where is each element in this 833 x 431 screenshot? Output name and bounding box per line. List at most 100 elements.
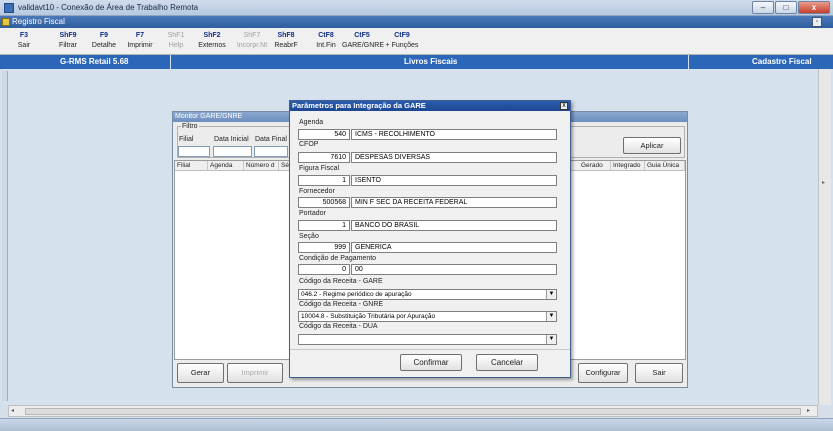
toolbar-label: Sair bbox=[17, 42, 31, 49]
toolbar-label: ReabrF bbox=[274, 42, 298, 49]
data-final-label: Data Final bbox=[255, 136, 287, 143]
sair-button[interactable]: Sair bbox=[635, 363, 683, 383]
column-header[interactable]: Número d bbox=[244, 161, 279, 170]
toolbar-label: Filtrar bbox=[59, 42, 77, 49]
receita-dua-select[interactable]: ▼ bbox=[298, 334, 557, 345]
gerar-button[interactable]: Gerar bbox=[177, 363, 224, 383]
agenda-code-input[interactable]: 540 bbox=[298, 129, 350, 140]
column-header[interactable]: Gerado bbox=[579, 161, 611, 170]
window-title: validavt10 - Conexão de Área de Trabalho… bbox=[18, 3, 199, 12]
toolbar-button-shf2[interactable]: ShF2 Externos bbox=[192, 31, 232, 51]
scroll-right-icon[interactable]: ▸ bbox=[807, 407, 810, 414]
toolbar-button-ctf9[interactable]: CtF9 + Funções bbox=[382, 31, 422, 51]
column-header[interactable]: Filial bbox=[175, 161, 208, 170]
toolbar-key: ShF8 bbox=[277, 32, 295, 39]
toolbar-label: Imprimir bbox=[127, 42, 153, 49]
toolbar-label: GARE/GNRE bbox=[342, 42, 385, 49]
toolbar-button-f9[interactable]: F9 Detalhe bbox=[84, 31, 124, 51]
toolbar-button-f3[interactable]: F3 Sair bbox=[4, 31, 44, 51]
receita-gnre-label: Código da Receita - GNRE bbox=[299, 301, 384, 308]
toolbar-button-ctf5[interactable]: CtF5 GARE/GNRE bbox=[342, 31, 385, 51]
secao-label: Seção bbox=[299, 233, 319, 240]
scroll-left-icon[interactable]: ◂ bbox=[11, 407, 14, 414]
receita-gnre-select[interactable]: 10004.8 - Substituição Tributária por Ap… bbox=[298, 311, 557, 322]
close-button[interactable]: x bbox=[798, 1, 830, 14]
toolbar-key: CtF8 bbox=[318, 32, 334, 39]
scroll-arrow-icon[interactable]: ▸ bbox=[822, 179, 825, 186]
header-divider bbox=[688, 55, 689, 69]
dropdown-arrow-icon[interactable]: ▼ bbox=[546, 335, 556, 344]
product-version: G-RMS Retail 5.68 bbox=[60, 57, 129, 66]
column-header[interactable]: Agenda bbox=[208, 161, 244, 170]
gare-parameters-dialog: Parâmetros para Integração da GARE x Age… bbox=[289, 100, 571, 378]
filial-label: Filial bbox=[179, 136, 194, 143]
toolbar-key: ShF9 bbox=[59, 32, 77, 39]
filial-input[interactable] bbox=[178, 146, 210, 157]
column-header[interactable]: Integrado bbox=[611, 161, 645, 170]
remote-desktop-titlebar: validavt10 - Conexão de Área de Trabalho… bbox=[0, 0, 833, 16]
app-icon bbox=[2, 18, 10, 26]
taskbar bbox=[0, 418, 833, 431]
receita-gare-select[interactable]: 046.2 - Regime periódico de apuração ▼ bbox=[298, 289, 557, 300]
receita-gare-label: Código da Receita - GARE bbox=[299, 278, 383, 285]
toolbar-key: CtF5 bbox=[354, 32, 370, 39]
toolbar-label: + Funções bbox=[385, 42, 419, 49]
cfop-code-input[interactable]: 7610 bbox=[298, 152, 350, 163]
toolbar-button-shf8[interactable]: ShF8 ReabrF bbox=[266, 31, 306, 51]
toolbar-key: F9 bbox=[99, 32, 109, 39]
toolbar-key: F7 bbox=[135, 32, 145, 39]
toolbar-button-shf9[interactable]: ShF9 Filtrar bbox=[48, 31, 88, 51]
dropdown-arrow-icon[interactable]: ▼ bbox=[546, 290, 556, 299]
secao-description: GENERICA bbox=[351, 242, 557, 253]
receita-dua-label: Código da Receita - DUA bbox=[299, 323, 378, 330]
fornecedor-code-input[interactable]: 500568 bbox=[298, 197, 350, 208]
dropdown-arrow-icon[interactable]: ▼ bbox=[546, 312, 556, 321]
toolbar-key: F3 bbox=[19, 32, 29, 39]
horizontal-scrollbar[interactable]: ◂ ▸ bbox=[8, 405, 818, 417]
dialog-close-icon[interactable]: x bbox=[560, 102, 568, 110]
toolbar-key: CtF9 bbox=[394, 32, 410, 39]
fornecedor-description: MIN F SEC DA RECEITA FEDERAL bbox=[351, 197, 557, 208]
toolbar-label: Externos bbox=[198, 42, 226, 49]
left-dock-strip bbox=[2, 71, 8, 401]
secao-code-input[interactable]: 999 bbox=[298, 242, 350, 253]
figura-fiscal-label: Figura Fiscal bbox=[299, 165, 340, 172]
screen-title: Cadastro Fiscal bbox=[752, 57, 812, 66]
configurar-button[interactable]: Configurar bbox=[578, 363, 628, 383]
function-key-toolbar: F3 Sair ShF9 Filtrar F9 Detalhe F7 Imprimir ShF1… bbox=[0, 28, 833, 55]
data-inicial-input[interactable] bbox=[213, 146, 252, 157]
vertical-scrollbar[interactable]: ▸ bbox=[818, 69, 831, 405]
fornecedor-label: Fornecedor bbox=[299, 188, 335, 195]
app-titlebar: Registro Fiscal ▫ bbox=[0, 16, 833, 28]
receita-gare-value: 046.2 - Regime periódico de apuração bbox=[301, 291, 412, 298]
toolbar-key: ShF2 bbox=[203, 32, 221, 39]
maximize-button[interactable]: □ bbox=[775, 1, 797, 14]
filter-group-label: Filtro bbox=[181, 123, 199, 130]
portador-code-input[interactable]: 1 bbox=[298, 220, 350, 231]
module-title: Livros Fiscais bbox=[404, 57, 458, 66]
minimize-button[interactable]: – bbox=[752, 1, 774, 14]
scroll-thumb[interactable] bbox=[25, 408, 801, 415]
remote-desktop-icon bbox=[4, 3, 14, 13]
confirm-button[interactable]: Confirmar bbox=[400, 354, 462, 371]
data-final-input[interactable] bbox=[254, 146, 288, 157]
module-header-bar: G-RMS Retail 5.68 Livros Fiscais Cadastr… bbox=[0, 55, 833, 69]
column-header[interactable]: Guia Única bbox=[645, 161, 685, 170]
condicao-pagamento-description: 00 bbox=[351, 264, 557, 275]
portador-label: Portador bbox=[299, 210, 326, 217]
toolbar-button-ctf8[interactable]: CtF8 Int.Fin bbox=[306, 31, 346, 51]
agenda-label: Agenda bbox=[299, 119, 324, 126]
restore-icon[interactable]: ▫ bbox=[812, 17, 822, 27]
toolbar-button-shf1[interactable]: ShF1 Help bbox=[156, 31, 196, 51]
receita-gnre-value: 10004.8 - Substituição Tributária por Ap… bbox=[301, 313, 436, 320]
condicao-pagamento-code-input[interactable]: 0 bbox=[298, 264, 350, 275]
cancel-button[interactable]: Cancelar bbox=[476, 354, 538, 371]
toolbar-label: Help bbox=[168, 42, 184, 49]
figura-fiscal-code-input[interactable]: 1 bbox=[298, 175, 350, 186]
imprimir-button[interactable]: Imprimir bbox=[227, 363, 283, 383]
portador-description: BANCO DO BRASIL bbox=[351, 220, 557, 231]
dialog-title: Parâmetros para Integração da GARE bbox=[290, 101, 570, 111]
toolbar-button-f7[interactable]: F7 Imprimir bbox=[120, 31, 160, 51]
dialog-divider bbox=[290, 349, 570, 350]
apply-button[interactable]: Aplicar bbox=[623, 137, 681, 154]
